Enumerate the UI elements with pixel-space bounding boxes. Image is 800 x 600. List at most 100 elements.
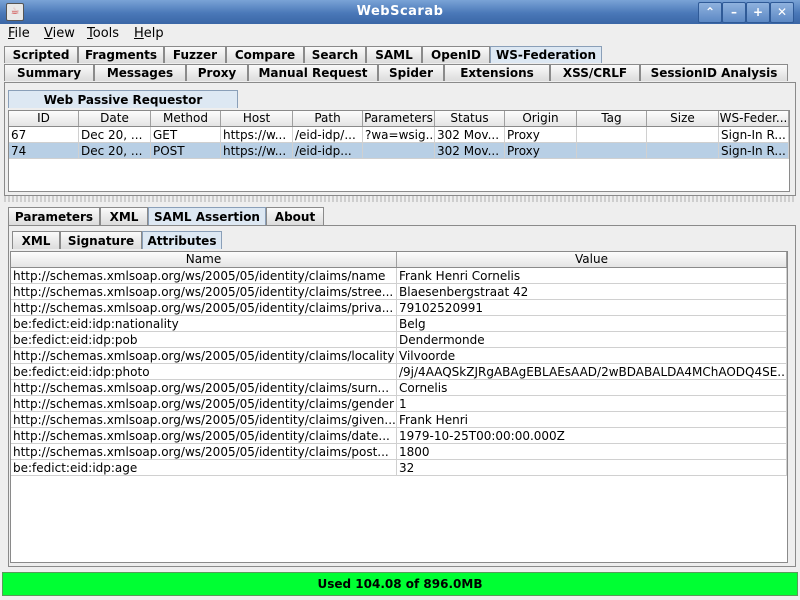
cell-path: /eid-idp/... <box>293 127 363 143</box>
tab-web-passive-requestor-messages[interactable]: Web Passive Requestor Messages <box>8 90 238 125</box>
cell-value: /9j/4AAQSkZJRgABAgEBLAEsAAD/2wBDABALDA4M… <box>399 364 787 380</box>
table-row[interactable]: http://schemas.xmlsoap.org/ws/2005/05/id… <box>11 380 787 396</box>
table-row[interactable]: http://schemas.xmlsoap.org/ws/2005/05/id… <box>11 412 787 428</box>
tab-parameters[interactable]: Parameters <box>8 207 100 225</box>
cell-value: 1800 <box>397 444 787 460</box>
restore-icon[interactable]: – <box>722 2 746 23</box>
tab-compare[interactable]: Compare <box>226 46 304 63</box>
cell-date: Dec 20, ... <box>79 127 151 143</box>
cell-tag <box>577 127 647 143</box>
close-icon[interactable]: ✕ <box>770 2 794 23</box>
col-path[interactable]: Path <box>293 111 363 126</box>
table-row[interactable]: be:fedict:eid:idp:photo/9j/4AAQSkZJRgABA… <box>11 364 787 380</box>
cell-status: 302 Mov... <box>435 127 505 143</box>
table-row[interactable]: http://schemas.xmlsoap.org/ws/2005/05/id… <box>11 428 787 444</box>
col-ws-federation[interactable]: WS-Feder... <box>719 111 789 126</box>
table-row[interactable]: 67 Dec 20, ... GET https://w... /eid-idp… <box>9 127 789 143</box>
cell-name: http://schemas.xmlsoap.org/ws/2005/05/id… <box>11 284 397 300</box>
table-row[interactable]: http://schemas.xmlsoap.org/ws/2005/05/id… <box>11 300 787 316</box>
col-host[interactable]: Host <box>221 111 293 126</box>
table-row[interactable]: http://schemas.xmlsoap.org/ws/2005/05/id… <box>11 284 787 300</box>
tab-openid[interactable]: OpenID <box>422 46 490 63</box>
cell-value: 1979-10-25T00:00:00.000Z <box>397 428 787 444</box>
saml-tabs: XML Signature Attributes <box>4 231 784 249</box>
tab-xml[interactable]: XML <box>100 207 148 225</box>
cell-tag <box>577 143 647 159</box>
tab-fuzzer[interactable]: Fuzzer <box>164 46 226 63</box>
cell-host: https://w... <box>221 143 293 159</box>
cell-origin: Proxy <box>505 143 577 159</box>
cell-value: Frank Henri <box>397 412 787 428</box>
detail-tabs: Parameters XML SAML Assertion About <box>4 207 796 225</box>
col-id[interactable]: ID <box>9 111 79 126</box>
tab-summary[interactable]: Summary <box>4 64 94 81</box>
col-status[interactable]: Status <box>435 111 505 126</box>
minimize-icon[interactable]: ⌃ <box>698 2 722 23</box>
col-method[interactable]: Method <box>151 111 221 126</box>
tab-extensions[interactable]: Extensions <box>444 64 550 81</box>
cell-size <box>647 127 719 143</box>
tab-xss-crlf[interactable]: XSS/CRLF <box>550 64 640 81</box>
tab-fragments[interactable]: Fragments <box>78 46 164 63</box>
tab-signature[interactable]: Signature <box>60 231 142 249</box>
tab-proxy[interactable]: Proxy <box>186 64 248 81</box>
messages-table: ID Date Method Host Path Parameters Stat… <box>8 110 790 192</box>
tab-about[interactable]: About <box>266 207 324 225</box>
attributes-table-header: Name Value <box>11 252 787 268</box>
cell-size <box>647 143 719 159</box>
plugin-tabs-row-2: Summary Messages Proxy Manual Request Sp… <box>4 64 796 82</box>
tab-messages[interactable]: Messages <box>94 64 186 81</box>
col-tag[interactable]: Tag <box>577 111 647 126</box>
table-row[interactable]: http://schemas.xmlsoap.org/ws/2005/05/id… <box>11 444 787 460</box>
table-row[interactable]: http://schemas.xmlsoap.org/ws/2005/05/id… <box>11 348 787 364</box>
col-value[interactable]: Value <box>397 252 787 267</box>
menu-bar: File View Tools Help <box>0 24 800 44</box>
attributes-table: Name Value http://schemas.xmlsoap.org/ws… <box>10 251 788 563</box>
table-row[interactable]: http://schemas.xmlsoap.org/ws/2005/05/id… <box>11 268 787 284</box>
cell-name: http://schemas.xmlsoap.org/ws/2005/05/id… <box>11 428 397 444</box>
split-pane-divider[interactable] <box>4 196 796 202</box>
cell-method: GET <box>151 127 221 143</box>
cell-name: http://schemas.xmlsoap.org/ws/2005/05/id… <box>11 444 397 460</box>
menu-tools[interactable]: Tools <box>87 26 119 41</box>
table-row[interactable]: be:fedict:eid:idp:age 32 <box>11 460 787 476</box>
col-parameters[interactable]: Parameters <box>363 111 435 126</box>
tab-sessionid-analysis[interactable]: SessionID Analysis <box>640 64 788 81</box>
cell-name: http://schemas.xmlsoap.org/ws/2005/05/id… <box>11 300 397 316</box>
cell-name: be:fedict:eid:idp:photo <box>11 364 397 380</box>
tab-saml-assertion[interactable]: SAML Assertion <box>148 207 266 225</box>
col-size[interactable]: Size <box>647 111 719 126</box>
table-row-selected[interactable]: 74 Dec 20, ... POST https://w... /eid-id… <box>9 143 789 159</box>
col-name[interactable]: Name <box>11 252 397 267</box>
tab-ws-federation[interactable]: WS-Federation <box>490 46 602 63</box>
cell-ws-federation: Sign-In R... <box>719 127 789 143</box>
cell-value: Blaesenbergstraat 42 <box>397 284 787 300</box>
tab-search[interactable]: Search <box>304 46 366 63</box>
tab-scripted[interactable]: Scripted <box>4 46 78 63</box>
cell-name: be:fedict:eid:idp:pob <box>11 332 397 348</box>
table-row[interactable]: http://schemas.xmlsoap.org/ws/2005/05/id… <box>11 396 787 412</box>
tab-saml-xml[interactable]: XML <box>12 231 60 249</box>
tab-saml[interactable]: SAML <box>366 46 422 63</box>
menu-help[interactable]: Help <box>134 26 164 41</box>
cell-id: 67 <box>9 127 79 143</box>
cell-value: Frank Henri Cornelis <box>397 268 787 284</box>
cell-path: /eid-idp... <box>293 143 363 159</box>
col-origin[interactable]: Origin <box>505 111 577 126</box>
cell-value: Cornelis <box>397 380 787 396</box>
col-date[interactable]: Date <box>79 111 151 126</box>
menu-view[interactable]: View <box>44 26 75 41</box>
tab-spider[interactable]: Spider <box>378 64 444 81</box>
cell-host: https://w... <box>221 127 293 143</box>
table-row[interactable]: be:fedict:eid:idp:nationality Belg <box>11 316 787 332</box>
cell-value: Belg <box>397 316 787 332</box>
cell-value: 1 <box>397 396 787 412</box>
menu-file[interactable]: File <box>8 26 30 41</box>
cell-name: be:fedict:eid:idp:nationality <box>11 316 397 332</box>
tab-manual-request[interactable]: Manual Request <box>248 64 378 81</box>
maximize-icon[interactable]: + <box>746 2 770 23</box>
table-row[interactable]: be:fedict:eid:idp:pob Dendermonde <box>11 332 787 348</box>
memory-status-bar[interactable]: Used 104.08 of 896.0MB <box>2 572 798 596</box>
cell-name: be:fedict:eid:idp:age <box>11 460 397 476</box>
tab-attributes[interactable]: Attributes <box>142 231 222 249</box>
